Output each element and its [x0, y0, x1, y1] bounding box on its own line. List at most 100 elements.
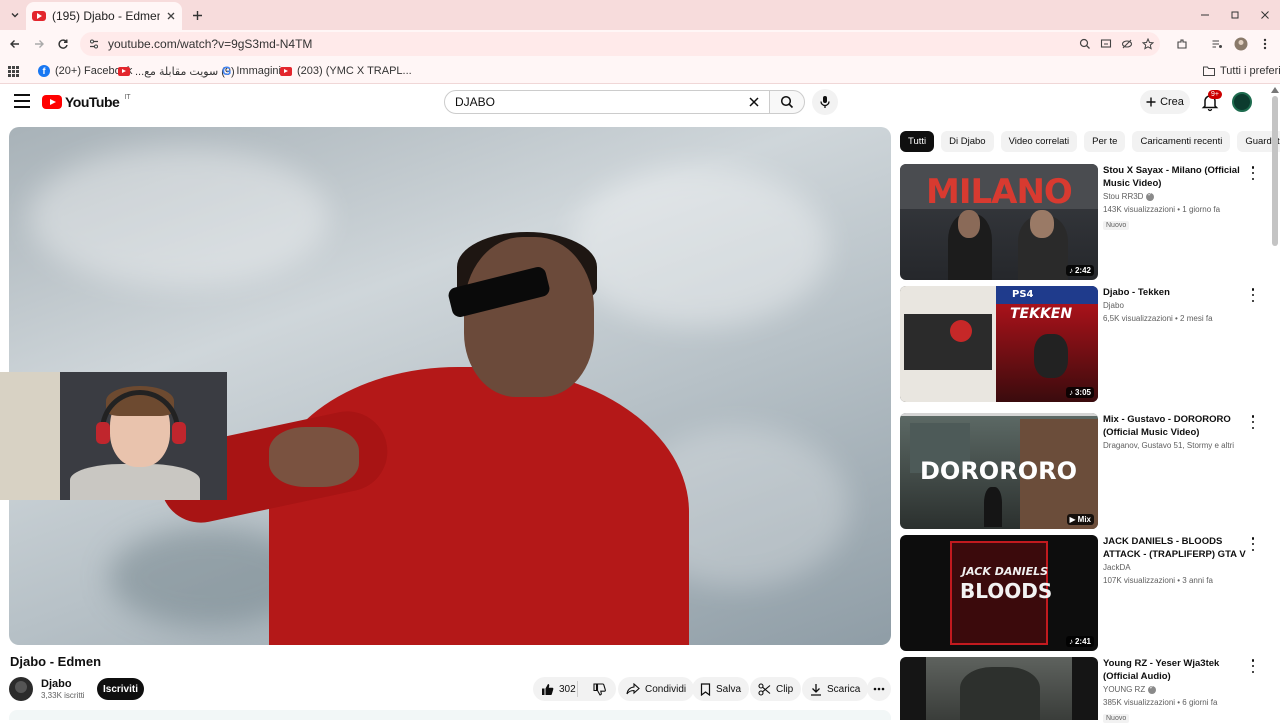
- recommendation-title[interactable]: Young RZ - Yeser Wja3tek (Official Audio…: [1103, 657, 1248, 683]
- all-bookmarks-folder[interactable]: Tutti i preferiti: [1203, 63, 1280, 79]
- search-input[interactable]: DJABO: [444, 90, 770, 114]
- description-box[interactable]: [9, 710, 891, 720]
- minimize-window-icon[interactable]: [1196, 6, 1214, 24]
- plus-icon: [1146, 97, 1156, 107]
- media-controls-icon[interactable]: [1208, 35, 1226, 53]
- verified-check-icon: [1148, 684, 1157, 694]
- youtube-masthead: YouTube IT DJABO Crea 9+: [0, 84, 1280, 120]
- recommendation-title[interactable]: JACK DANIELS - BLOODS ATTACK - (TRAPLIFE…: [1103, 535, 1248, 561]
- forward-arrow-icon[interactable]: [30, 35, 48, 53]
- recommended-video[interactable]: JACK DANIELS BLOODS ♪ 2:41 JACK DANIELS …: [900, 535, 1270, 651]
- clip-button[interactable]: Clip: [750, 677, 802, 701]
- recommended-video[interactable]: PS4 TEKKEN ♪ 3:05 Djabo - Tekken Djabo 6…: [900, 286, 1270, 402]
- close-window-icon[interactable]: [1256, 6, 1274, 24]
- clear-search-icon[interactable]: [747, 95, 761, 109]
- search-button[interactable]: [769, 90, 805, 114]
- recommendation-views: 107K visualizzazioni • 3 anni fa: [1103, 576, 1213, 585]
- recommendation-title[interactable]: Djabo - Tekken: [1103, 286, 1248, 299]
- recommendation-channel[interactable]: Djabo: [1103, 301, 1124, 310]
- chip-video-correlati[interactable]: Video correlati: [1000, 131, 1078, 152]
- bookmark-label: (203) (YMC X TRAPL...: [297, 65, 412, 77]
- voice-search-button[interactable]: [812, 89, 838, 115]
- like-button[interactable]: 302: [533, 681, 579, 697]
- browser-tab-bar: (195) Djabo - Edmen - YouTube: [0, 0, 1280, 30]
- chip-tutti[interactable]: Tutti: [900, 131, 935, 152]
- recommended-video[interactable]: MILANO ♪ 2:42 Stou X Sayax - Milano (Off…: [900, 164, 1270, 280]
- thumbnail-text: MILANO: [926, 172, 1073, 212]
- create-button[interactable]: Crea: [1140, 90, 1190, 114]
- address-bar[interactable]: youtube.com/watch?v=9gS3md-N4TM: [80, 32, 1160, 56]
- folder-icon: [1203, 66, 1215, 76]
- channel-name[interactable]: Djabo: [41, 678, 72, 690]
- video-thumbnail[interactable]: MILANO ♪ 2:42: [900, 164, 1098, 280]
- recommended-mix[interactable]: DORORORO ▶ Mix Mix - Gustavo - DORORORO …: [900, 413, 1270, 529]
- zoom-icon[interactable]: [1076, 35, 1094, 53]
- profile-avatar-icon[interactable]: [1232, 35, 1250, 53]
- video-frame-hoodie: [269, 367, 689, 645]
- logo-country-code: IT: [124, 94, 131, 101]
- video-menu-icon[interactable]: [1248, 415, 1258, 429]
- restore-window-icon[interactable]: [1226, 6, 1244, 24]
- video-thumbnail[interactable]: DORORORO ▶ Mix: [900, 413, 1098, 529]
- url-text: youtube.com/watch?v=9gS3md-N4TM: [108, 37, 313, 51]
- thumbnail-text: DORORORO: [920, 457, 1077, 485]
- close-tab-icon[interactable]: [166, 11, 176, 21]
- bookmark-immagini[interactable]: G Immagini: [222, 63, 281, 79]
- save-label: Salva: [716, 683, 742, 695]
- recommendation-channel[interactable]: Draganov, Gustavo 51, Stormy e altri: [1103, 441, 1234, 450]
- youtube-icon: [118, 66, 130, 76]
- video-menu-icon[interactable]: [1248, 537, 1258, 551]
- scroll-up-arrow-icon[interactable]: [1271, 87, 1279, 93]
- browser-menu-icon[interactable]: [1256, 35, 1274, 53]
- microphone-icon: [820, 96, 830, 108]
- recommendation-title[interactable]: Mix - Gustavo - DORORORO (Official Music…: [1103, 413, 1248, 439]
- bookmark-star-icon[interactable]: [1139, 35, 1157, 53]
- eye-off-icon[interactable]: [1118, 35, 1136, 53]
- all-bookmarks-label: Tutti i preferiti: [1220, 65, 1280, 77]
- extensions-icon[interactable]: [1173, 35, 1191, 53]
- dislike-button[interactable]: [583, 682, 616, 696]
- recommendation-channel[interactable]: JackDA: [1103, 563, 1131, 572]
- apps-grid-icon[interactable]: [8, 63, 19, 79]
- chip-per-te[interactable]: Per te: [1084, 131, 1126, 152]
- video-thumbnail[interactable]: PS4 TEKKEN ♪ 3:05: [900, 286, 1098, 402]
- bookmark-label: Immagini: [236, 65, 281, 77]
- tab-search-chevron-icon[interactable]: [6, 6, 24, 24]
- subscribe-button[interactable]: Iscriviti: [97, 678, 144, 700]
- cast-icon[interactable]: [1097, 35, 1115, 53]
- share-button[interactable]: Condividi: [618, 677, 695, 701]
- video-frame-face: [464, 237, 594, 397]
- video-menu-icon[interactable]: [1248, 166, 1258, 180]
- recommendation-title[interactable]: Stou X Sayax - Milano (Official Music Vi…: [1103, 164, 1248, 190]
- browser-toolbar: youtube.com/watch?v=9gS3md-N4TM: [0, 30, 1280, 58]
- thumbs-up-icon: [542, 683, 554, 695]
- video-thumbnail[interactable]: JACK DANIELS BLOODS ♪ 2:41: [900, 535, 1098, 651]
- hamburger-menu-icon[interactable]: [14, 94, 30, 108]
- account-avatar[interactable]: [1232, 92, 1252, 112]
- recommendation-channel[interactable]: YOUNG RZ: [1103, 685, 1145, 694]
- recommended-video[interactable]: Young RZ - Yeser Wja3tek (Official Audio…: [900, 657, 1270, 723]
- reload-icon[interactable]: [54, 35, 72, 53]
- scissors-icon: [758, 682, 771, 696]
- chip-caricamenti-recenti[interactable]: Caricamenti recenti: [1132, 131, 1231, 152]
- browser-tab[interactable]: (195) Djabo - Edmen - YouTube: [26, 2, 182, 30]
- new-tab-button[interactable]: [188, 6, 206, 24]
- recommendation-views: 385K visualizzazioni • 6 giorni fa: [1103, 698, 1218, 707]
- video-menu-icon[interactable]: [1248, 288, 1258, 302]
- video-menu-icon[interactable]: [1248, 659, 1258, 673]
- subscriber-count: 3,33K iscritti: [41, 691, 85, 700]
- video-thumbnail[interactable]: [900, 657, 1098, 720]
- youtube-logo[interactable]: YouTube IT: [42, 94, 131, 110]
- facebook-icon: f: [38, 65, 50, 77]
- bookmark-youtube-interview[interactable]: (9) سويت مقابلة مع...: [118, 63, 235, 79]
- download-button[interactable]: Scarica: [802, 677, 869, 701]
- bookmark-ymc-trapl[interactable]: (203) (YMC X TRAPL...: [280, 63, 412, 79]
- channel-avatar[interactable]: [9, 677, 33, 701]
- chip-di-djabo[interactable]: Di Djabo: [941, 131, 994, 152]
- back-arrow-icon[interactable]: [6, 35, 24, 53]
- site-info-icon[interactable]: [88, 38, 100, 50]
- recommendation-channel[interactable]: Stou RR3D: [1103, 192, 1143, 201]
- save-button[interactable]: Salva: [692, 677, 750, 701]
- page-scrollbar[interactable]: [1272, 96, 1278, 246]
- more-actions-button[interactable]: [867, 677, 891, 701]
